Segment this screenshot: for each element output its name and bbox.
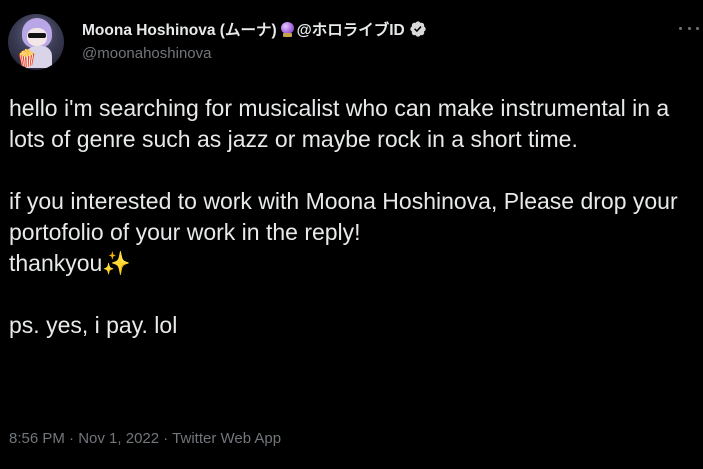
author-name-row[interactable]: Moona Hoshinova (ムーナ) @ホロライブID bbox=[82, 18, 427, 40]
avatar[interactable]: 🍿 bbox=[8, 14, 64, 70]
crystal-ball-icon bbox=[280, 21, 295, 37]
tweet-card: 🍿 Moona Hoshinova (ムーナ) @ホロライブID @moonah… bbox=[0, 0, 703, 469]
tweet-paragraph: ps. yes, i pay. lol bbox=[9, 312, 178, 338]
tweet-source: Twitter Web App bbox=[159, 430, 281, 447]
author-name-suffix[interactable]: @ホロライブID bbox=[297, 18, 405, 40]
tweet-paragraph: if you interested to work with Moona Hos… bbox=[9, 188, 678, 276]
tweet-paragraph: hello i'm searching for musicalist who c… bbox=[9, 95, 670, 152]
tweet-time[interactable]: 8:56 PM bbox=[9, 430, 65, 447]
avatar-sunglasses bbox=[28, 33, 46, 38]
popcorn-icon: 🍿 bbox=[16, 49, 38, 68]
tweet-date[interactable]: Nov 1, 2022 bbox=[65, 430, 159, 447]
more-options-icon[interactable] bbox=[679, 18, 699, 38]
tweet-metadata: 8:56 PMNov 1, 2022Twitter Web App bbox=[9, 430, 281, 447]
verified-badge-icon bbox=[410, 21, 426, 37]
tweet-text: hello i'm searching for musicalist who c… bbox=[9, 93, 699, 341]
author-handle[interactable]: @moonahoshinova bbox=[82, 45, 211, 62]
author-display-name[interactable]: Moona Hoshinova (ムーナ) bbox=[82, 18, 277, 40]
